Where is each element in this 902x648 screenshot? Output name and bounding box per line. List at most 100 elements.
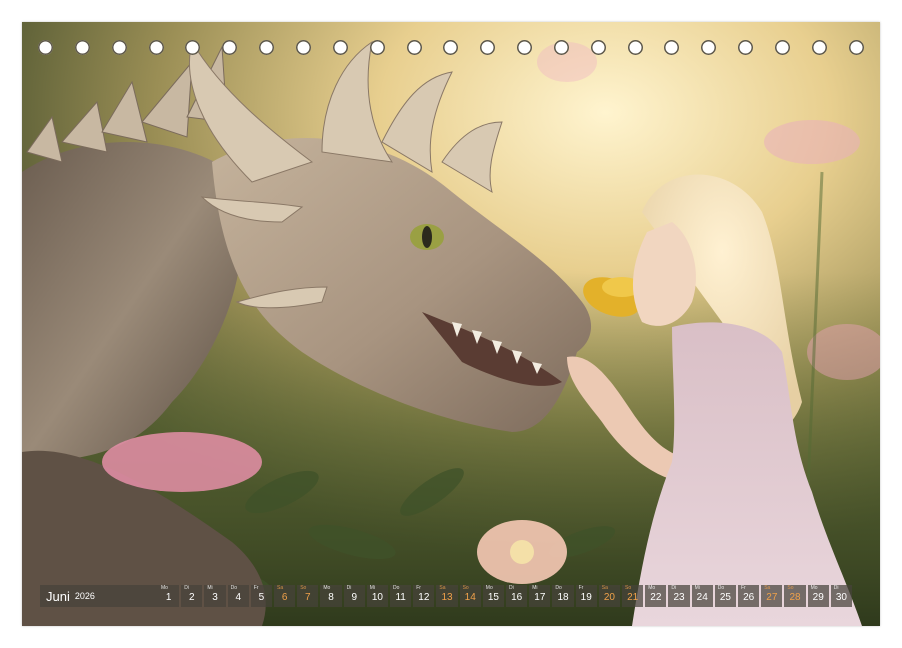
- day-number: 19: [580, 592, 592, 603]
- day-weekday: Sa: [601, 585, 608, 591]
- day-cell: Di 23: [668, 585, 690, 607]
- day-number: 10: [371, 592, 383, 603]
- binding-hole: [369, 40, 385, 55]
- day-number: 8: [328, 592, 334, 603]
- day-cell: Do 25: [714, 585, 737, 607]
- day-cell: Do 4: [227, 585, 249, 607]
- day-number: 24: [696, 592, 708, 603]
- day-cell: Mo 8: [320, 585, 342, 607]
- binding-hole: [38, 40, 53, 55]
- day-cell: Do 18: [552, 585, 574, 607]
- day-weekday: Fr: [253, 585, 259, 591]
- day-cell: Mi 24: [691, 585, 713, 607]
- day-weekday: So: [625, 585, 632, 591]
- binding-hole: [775, 40, 790, 55]
- day-weekday: Mo: [323, 585, 331, 591]
- day-weekday: Fr: [416, 585, 421, 591]
- day-cell: So 28: [784, 585, 806, 607]
- day-cell: So 14: [459, 585, 481, 607]
- binding-hole: [480, 40, 496, 55]
- day-weekday: Do: [393, 585, 400, 591]
- day-weekday: Sa: [439, 585, 446, 591]
- month-year: 2026: [74, 591, 95, 601]
- day-number: 12: [418, 592, 430, 603]
- day-cell: Di 30: [830, 585, 853, 607]
- day-cell: Sa 13: [436, 585, 458, 607]
- day-cell: Fr 26: [738, 585, 760, 607]
- day-weekday: Do: [555, 585, 562, 591]
- day-number: 26: [743, 592, 755, 603]
- binding-hole: [590, 40, 606, 55]
- day-cell: Di 2: [181, 585, 203, 607]
- binding-hole: [222, 40, 238, 55]
- day-cell: Mo 29: [807, 585, 829, 607]
- day-cell: Di 16: [506, 585, 528, 607]
- day-weekday: So: [300, 585, 307, 591]
- day-weekday: Fr: [741, 585, 746, 591]
- day-weekday: Mi: [369, 585, 376, 591]
- binding-hole: [443, 40, 459, 55]
- day-weekday: Di: [833, 585, 839, 591]
- day-weekday: Mo: [485, 585, 493, 591]
- dragon-and-girl-photo: [22, 22, 880, 626]
- binding-hole: [627, 40, 643, 55]
- day-weekday: Mo: [161, 585, 168, 591]
- month-name: Juni: [46, 588, 70, 604]
- day-cell: Mi 10: [366, 585, 389, 607]
- day-weekday: So: [787, 585, 794, 591]
- binding-hole: [295, 40, 311, 55]
- day-cell: Mo 22: [645, 585, 667, 607]
- day-weekday: Di: [671, 585, 677, 591]
- day-weekday: Do: [717, 585, 725, 591]
- binding-hole: [148, 40, 164, 55]
- binding-hole: [185, 40, 201, 55]
- day-number: 22: [650, 592, 662, 603]
- day-number: 2: [189, 592, 195, 603]
- day-cell: So 7: [297, 585, 319, 607]
- day-number: 28: [789, 592, 801, 603]
- day-weekday: So: [462, 585, 469, 591]
- day-cell: Mo 1: [158, 585, 180, 607]
- binding-hole: [332, 40, 348, 55]
- day-number: 25: [719, 592, 731, 603]
- day-weekday: Do: [230, 585, 237, 591]
- day-weekday: Di: [184, 585, 189, 591]
- day-cell: Mo 15: [482, 585, 505, 607]
- day-weekday: Mi: [532, 585, 538, 591]
- binding-hole: [517, 40, 533, 55]
- day-cell: Sa 6: [274, 585, 296, 607]
- binding-hole: [848, 40, 864, 55]
- day-weekday: Di: [509, 585, 514, 591]
- day-cell: So 21: [622, 585, 644, 607]
- day-number: 17: [534, 592, 546, 603]
- day-weekday: Fr: [578, 585, 584, 591]
- binding-hole: [259, 40, 275, 55]
- day-cell: Fr 5: [250, 585, 273, 607]
- day-number: 16: [511, 592, 523, 603]
- binding-hole: [664, 40, 680, 55]
- day-weekday: Sa: [277, 585, 284, 591]
- day-number: 3: [212, 592, 218, 603]
- day-cell: Di 9: [343, 585, 365, 607]
- day-number: 23: [673, 592, 685, 603]
- binding-hole: [811, 40, 827, 55]
- day-cell: Mi 17: [529, 585, 551, 607]
- binding-hole: [111, 40, 127, 55]
- day-cell: Mi 3: [204, 585, 226, 607]
- day-number: 15: [487, 592, 499, 603]
- day-weekday: Mo: [648, 585, 656, 591]
- calendar-page: Juni 2026 Mo 1 Di 2 Mi 3 Do 4 Fr 5 Sa 6 So 7 Mo 8 Di 9 Mi 1…: [22, 22, 880, 626]
- binding-hole: [701, 40, 717, 55]
- day-number: 29: [812, 592, 824, 603]
- binding-hole: [738, 40, 754, 55]
- day-number: 7: [305, 592, 311, 603]
- day-cell: Fr 12: [413, 585, 435, 607]
- day-number: 9: [351, 592, 358, 603]
- month-label: Juni 2026: [40, 585, 158, 607]
- day-number: 30: [835, 592, 847, 603]
- day-weekday: Sa: [764, 585, 771, 591]
- day-weekday: Mi: [694, 585, 700, 591]
- day-number: 11: [395, 592, 406, 603]
- day-number: 4: [235, 592, 242, 603]
- binding-holes: [22, 40, 880, 56]
